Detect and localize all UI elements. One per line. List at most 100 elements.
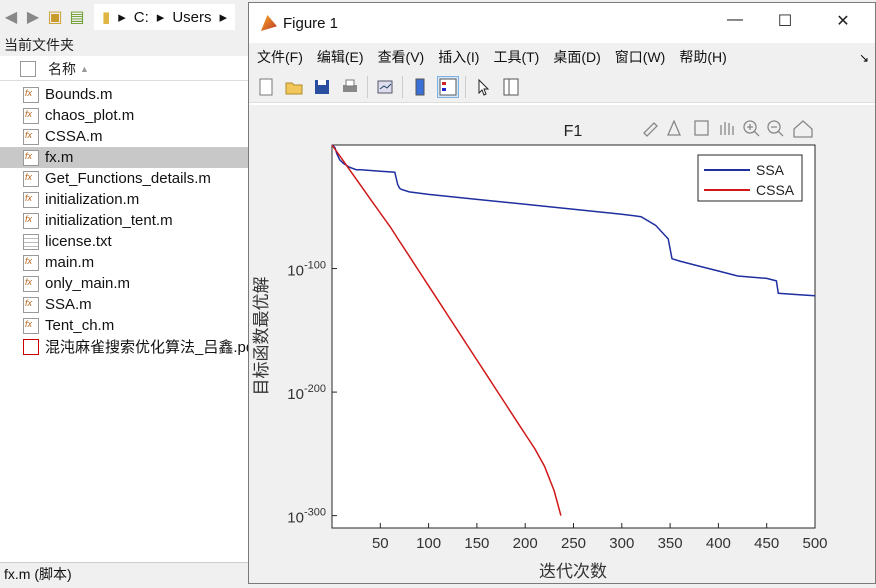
menu-item[interactable]: 插入(I)	[438, 47, 479, 67]
menu-item[interactable]: 帮助(H)	[679, 47, 726, 67]
file-list-item[interactable]: license.txt	[0, 231, 250, 252]
file-list-item[interactable]: main.m	[0, 252, 250, 273]
file-list-item[interactable]: Get_Functions_details.m	[0, 168, 250, 189]
file-list-item[interactable]: fx.m	[0, 147, 250, 168]
chevron-right-icon: ▸	[219, 9, 228, 26]
x-tick-label: 500	[802, 535, 827, 552]
x-tick-label: 350	[658, 535, 683, 552]
x-axis-label: 迭代次数	[539, 562, 607, 581]
file-name: 混沌麻雀搜索优化算法_吕鑫.pd	[45, 339, 250, 356]
address-bar: ◀ ▶ ▣ ▤ ▮ ▸ C: ▸ Users ▸	[0, 0, 250, 34]
pointer-icon[interactable]	[472, 76, 494, 98]
mfile-icon	[23, 86, 39, 103]
file-list-item[interactable]: Bounds.m	[0, 84, 250, 105]
toolbar-separator	[367, 75, 368, 98]
file-list-item[interactable]: Tent_ch.m	[0, 315, 250, 336]
menu-item[interactable]: 编辑(E)	[317, 47, 364, 67]
file-list-item[interactable]: only_main.m	[0, 273, 250, 294]
file-name: fx.m	[45, 149, 74, 166]
x-tick-label: 100	[416, 535, 441, 552]
path-breadcrumb[interactable]: ▮ ▸ C: ▸ Users ▸	[94, 4, 236, 30]
file-list-item[interactable]: initialization_tent.m	[0, 210, 250, 231]
chevron-right-icon: ▸	[118, 9, 126, 26]
path-segment-users[interactable]: Users	[172, 9, 211, 26]
title-bar: Figure 1 — ☐ ✕	[249, 3, 875, 43]
legend-label-ssa: SSA	[756, 162, 785, 178]
brush-icon[interactable]	[643, 122, 658, 137]
x-tick-label: 250	[561, 535, 586, 552]
close-button[interactable]: ✕	[823, 11, 863, 31]
open-icon[interactable]	[283, 76, 305, 98]
rotate-icon[interactable]	[694, 120, 709, 136]
colorbar-icon[interactable]	[409, 76, 431, 98]
file-name: initialization_tent.m	[45, 212, 173, 229]
file-name: Bounds.m	[45, 86, 113, 103]
axes-background	[331, 144, 816, 529]
x-tick-label: 200	[513, 535, 538, 552]
mfile-icon	[23, 128, 39, 145]
y-tick-label: 10-200	[287, 383, 326, 403]
link-icon[interactable]	[374, 76, 396, 98]
mfile-icon	[23, 212, 39, 229]
window-title: Figure 1	[283, 14, 339, 32]
back-icon[interactable]: ◀	[0, 6, 22, 28]
menu-overflow-icon[interactable]: ↘	[859, 51, 869, 65]
status-bar: fx.m (脚本)	[0, 562, 250, 584]
zoom-in-icon[interactable]	[743, 120, 760, 137]
file-list-item[interactable]: 混沌麻雀搜索优化算法_吕鑫.pd	[0, 336, 250, 357]
maximize-button[interactable]: ☐	[765, 11, 805, 31]
minimize-button[interactable]: —	[715, 11, 755, 29]
x-tick-label: 150	[464, 535, 489, 552]
name-column-header[interactable]: 名称 ▲	[0, 57, 250, 81]
y-tick-exponent: -300	[304, 507, 326, 519]
home-icon[interactable]	[793, 120, 813, 138]
propertyeditor-icon[interactable]	[500, 76, 522, 98]
x-tick-label: 300	[609, 535, 634, 552]
up-folder-icon[interactable]: ▣	[44, 6, 66, 28]
menu-item[interactable]: 窗口(W)	[615, 47, 666, 67]
menu-item[interactable]: 文件(F)	[257, 47, 303, 67]
legend[interactable]: SSA CSSA	[697, 154, 803, 202]
sort-ascending-icon: ▲	[80, 63, 89, 74]
menu-item[interactable]: 桌面(D)	[553, 47, 600, 67]
x-tick-label: 50	[372, 535, 389, 552]
file-name: license.txt	[45, 233, 112, 250]
file-list-item[interactable]: initialization.m	[0, 189, 250, 210]
forward-icon[interactable]: ▶	[22, 6, 44, 28]
y-tick-label: 10-100	[287, 260, 326, 280]
pan-icon[interactable]	[720, 122, 734, 135]
column-header-label: 名称	[48, 60, 76, 77]
mfile-icon	[23, 191, 39, 208]
zoom-out-icon[interactable]	[767, 120, 784, 137]
file-list-item[interactable]: chaos_plot.m	[0, 105, 250, 126]
file-column-icon	[20, 60, 36, 77]
file-name: SSA.m	[45, 296, 92, 313]
browse-folder-icon[interactable]: ▤	[66, 6, 88, 28]
folder-icon: ▮	[102, 9, 111, 26]
print-icon[interactable]	[339, 76, 361, 98]
mfile-icon	[23, 107, 39, 124]
y-tick-base: 10	[287, 510, 304, 527]
x-tick-label: 400	[706, 535, 731, 552]
chevron-right-icon: ▸	[156, 9, 165, 26]
current-folder-label: 当前文件夹	[0, 34, 250, 56]
text-file-icon	[23, 233, 39, 250]
datatip-icon[interactable]	[667, 119, 681, 136]
file-list-item[interactable]: SSA.m	[0, 294, 250, 315]
mfile-icon	[23, 296, 39, 313]
file-list-item[interactable]: CSSA.m	[0, 126, 250, 147]
toolbar-separator	[402, 75, 403, 98]
legend-icon[interactable]	[437, 75, 459, 98]
mfile-icon	[23, 149, 39, 166]
y-tick-label: 10-300	[287, 507, 326, 527]
menu-bar: 文件(F) 编辑(E) 查看(V) 插入(I) 工具(T) 桌面(D) 窗口(W) 帮助(H)	[249, 43, 875, 71]
y-axis-label: 目标函数最优解	[252, 277, 271, 396]
menu-item[interactable]: 工具(T)	[493, 47, 539, 67]
mfile-icon	[23, 317, 39, 334]
save-icon[interactable]	[311, 76, 333, 98]
new-icon[interactable]	[255, 76, 277, 98]
file-name: main.m	[45, 254, 95, 271]
path-segment-drive[interactable]: C:	[134, 9, 149, 26]
menu-item[interactable]: 查看(V)	[378, 47, 425, 67]
axes-toolbar	[643, 119, 813, 138]
